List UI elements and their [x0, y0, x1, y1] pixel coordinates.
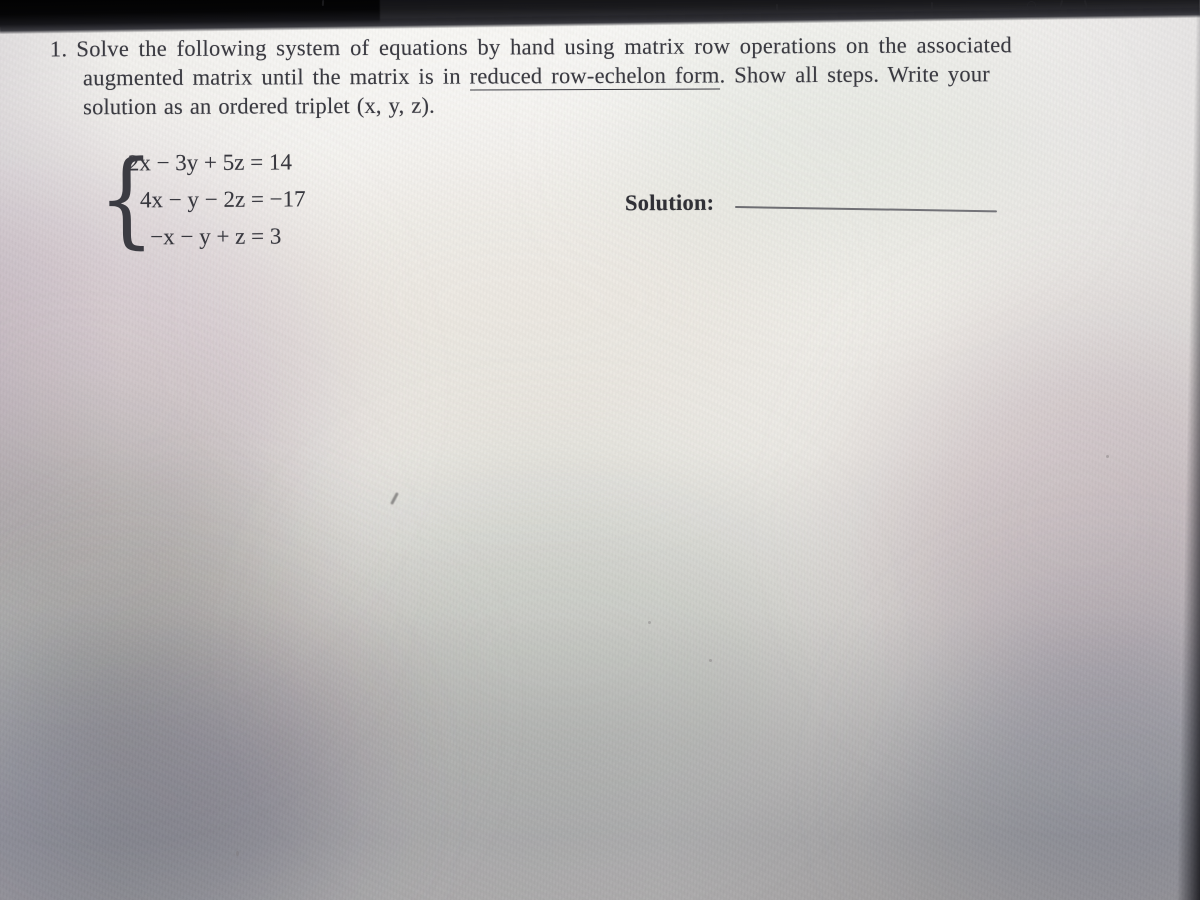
paper-speck: [236, 851, 239, 856]
equation-2: 4x − y − 2z = −17: [139, 186, 306, 213]
question-line-3: solution as an ordered triplet (x, y, z)…: [83, 88, 1140, 122]
question-line-1-text: Solve the following system of equations …: [76, 32, 1013, 62]
paper-speck: [1106, 455, 1109, 458]
solution-answer-line[interactable]: [734, 206, 997, 213]
question-line-2-prefix: augmented matrix until the matrix is in: [82, 63, 470, 91]
question-block: 1. Solve the following system of equation…: [50, 30, 1140, 122]
equation-3: −x − y + z = 3: [150, 223, 282, 250]
system-of-equations: { 2x − 3y + 5z = 14 4x − y − 2z = −17 −x…: [96, 136, 306, 260]
worksheet-photo: 1. Solve the following system of equation…: [0, 0, 1200, 900]
question-line-1: 1. Solve the following system of equation…: [50, 30, 1140, 64]
question-line-2: augmented matrix until the matrix is in …: [83, 59, 1140, 93]
paper-speck: [709, 659, 712, 662]
paper-speck: [648, 621, 651, 624]
solution-label: Solution:: [624, 189, 715, 216]
solution-label-block: Solution:: [625, 190, 714, 216]
reduced-row-echelon-form-underlined: reduced row-echelon form: [469, 62, 720, 91]
problem-number: 1.: [49, 36, 68, 62]
left-curly-brace: {: [97, 136, 155, 260]
printed-content: 1. Solve the following system of equation…: [0, 0, 1200, 900]
question-line-3-text: solution as an ordered triplet (x, y, z)…: [83, 92, 435, 120]
stray-pencil-mark: [390, 492, 399, 505]
question-line-2-suffix: . Show all steps. Write your: [719, 61, 991, 88]
